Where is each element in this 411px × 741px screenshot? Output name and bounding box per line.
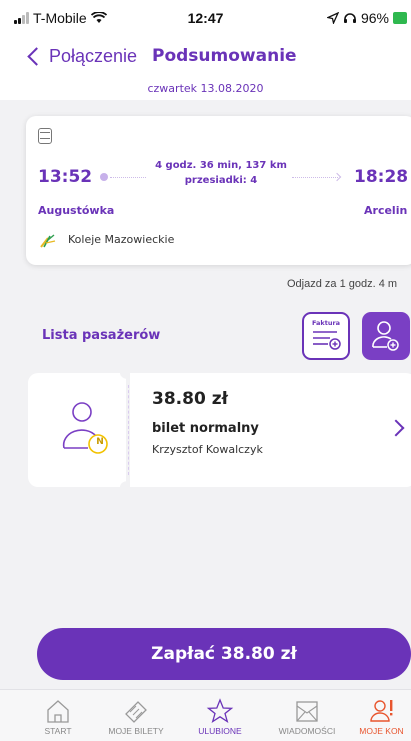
departure-dot bbox=[100, 173, 108, 181]
tab-favorites[interactable]: ULUBIONE bbox=[180, 690, 260, 741]
passenger-avatar-icon bbox=[62, 402, 108, 454]
status-right: 96% bbox=[326, 10, 407, 26]
back-label: Połączenie bbox=[49, 46, 138, 66]
envelope-icon bbox=[296, 701, 318, 722]
status-bar: T-Mobile 12:47 96% bbox=[0, 0, 411, 40]
tab-label: START bbox=[44, 726, 72, 736]
star-icon bbox=[206, 698, 234, 723]
pay-button[interactable]: Zapłać 38.80 zł bbox=[37, 628, 411, 680]
back-button[interactable]: Połączenie bbox=[26, 46, 137, 67]
bus-icon bbox=[38, 128, 52, 144]
headphones-icon bbox=[343, 13, 356, 23]
tab-label: ULUBIONE bbox=[198, 726, 242, 736]
tab-label: MOJE KON bbox=[359, 726, 404, 736]
add-user-icon bbox=[372, 321, 399, 351]
arrival-station: Arcelin bbox=[364, 204, 408, 217]
departure-time: 13:52 bbox=[38, 167, 93, 187]
tab-bar: START MOJE BILETY ULUBIONE WIADOMOŚCI MO… bbox=[0, 689, 411, 741]
ticket-badge: N bbox=[96, 437, 104, 447]
tab-messages[interactable]: WIADOMOŚCI bbox=[264, 690, 350, 741]
journey-duration: 4 godz. 36 min, 137 km bbox=[155, 160, 287, 171]
tab-label: MOJE BILETY bbox=[108, 726, 164, 736]
ticket-card[interactable]: N 38.80 zł bilet normalny Krzysztof Kowa… bbox=[28, 367, 411, 493]
carrier-logo-icon bbox=[40, 234, 56, 248]
arrow-right-icon bbox=[332, 172, 342, 182]
departure-station: Augustówka bbox=[38, 204, 115, 217]
ticket-divider bbox=[128, 385, 129, 475]
passenger-list-label: Lista pasażerów bbox=[42, 328, 161, 343]
journey-card[interactable]: 13:52 4 godz. 36 min, 137 km przesiadki:… bbox=[26, 116, 411, 265]
tab-my-account[interactable]: MOJE KON bbox=[352, 690, 411, 741]
ticket-type: bilet normalny bbox=[152, 421, 259, 436]
journey-date: czwartek 13.08.2020 bbox=[147, 82, 264, 95]
journey-transfers: przesiadki: 4 bbox=[184, 175, 258, 186]
nav-header: Połączenie Podsumowanie czwartek 13.08.2… bbox=[0, 40, 411, 100]
arrival-time: 18:28 bbox=[354, 167, 409, 187]
chevron-left-icon bbox=[27, 47, 46, 66]
ticket-price: 38.80 zł bbox=[152, 389, 228, 409]
route-line bbox=[292, 177, 338, 178]
home-icon bbox=[47, 700, 69, 723]
battery-icon bbox=[393, 12, 407, 24]
ticket-avatar-section: N bbox=[28, 373, 126, 487]
tickets-icon bbox=[125, 701, 147, 723]
battery-percent: 96% bbox=[360, 10, 389, 26]
invoice-add-icon bbox=[313, 331, 341, 350]
add-passenger-button[interactable] bbox=[362, 312, 410, 360]
tab-label: WIADOMOŚCI bbox=[278, 726, 336, 736]
carrier-name-label: Koleje Mazowieckie bbox=[68, 233, 175, 246]
page-title: Podsumowanie bbox=[152, 46, 297, 66]
account-alert-icon bbox=[369, 700, 392, 722]
ticket-passenger-name: Krzysztof Kowalczyk bbox=[152, 443, 263, 456]
departure-countdown: Odjazd za 1 godz. 4 m bbox=[287, 278, 398, 290]
location-icon bbox=[326, 12, 339, 24]
invoice-button[interactable]: Faktura bbox=[302, 312, 350, 360]
tab-start[interactable]: START bbox=[30, 690, 86, 741]
tab-my-tickets[interactable]: MOJE BILETY bbox=[92, 690, 180, 741]
